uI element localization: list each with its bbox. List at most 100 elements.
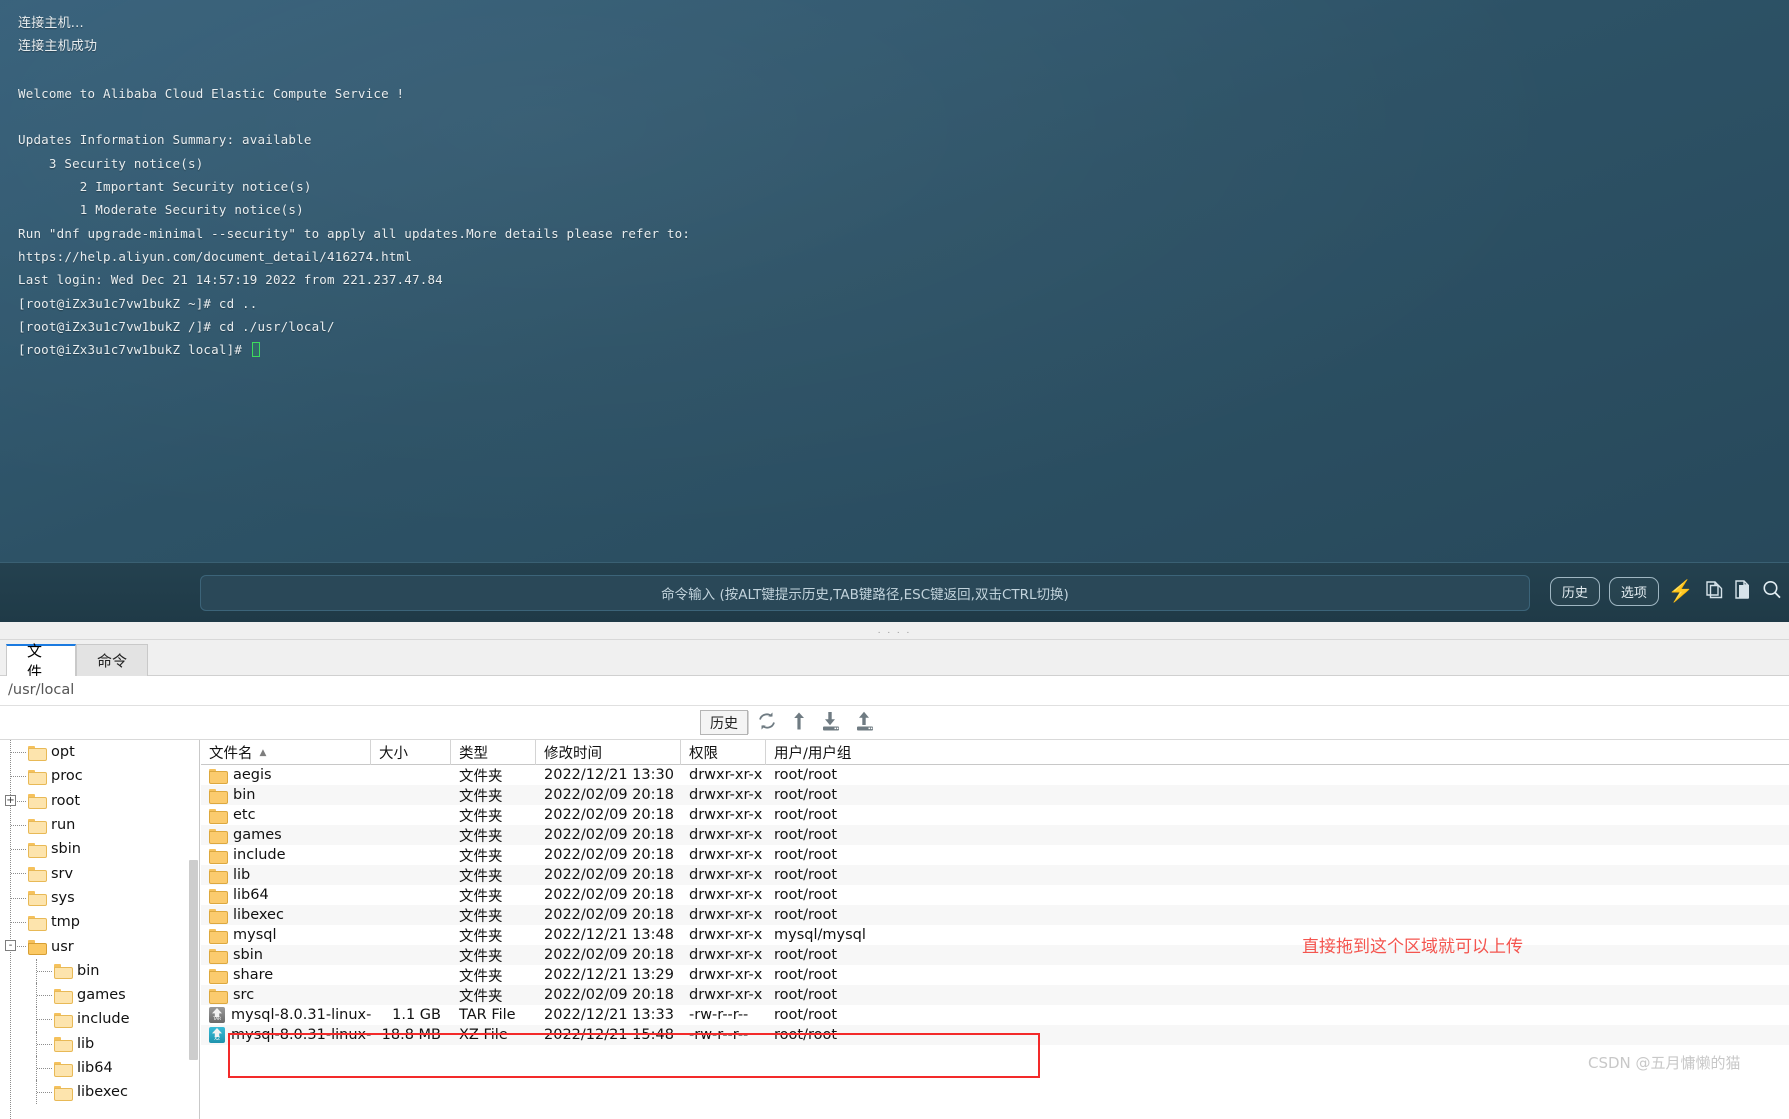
bolt-icon[interactable]: ⚡ <box>1668 581 1694 602</box>
cell-text: 文件夹 <box>459 868 503 885</box>
terminal-options-button[interactable]: 选项 <box>1608 577 1659 606</box>
cell-size <box>371 785 451 805</box>
table-row[interactable]: XZ mysql-8.0.31-linux-g... 18.8 MB XZ File 2… <box>201 1025 1789 1045</box>
copy-icon[interactable] <box>1703 579 1724 604</box>
terminal-line: Run "dnf upgrade-minimal --security" to … <box>18 225 691 241</box>
folder-icon <box>28 867 47 883</box>
table-row[interactable]: lib 文件夹 2022/02/09 20:18 drwxr-xr-x root/roo… <box>201 865 1789 885</box>
table-row[interactable]: libexec 文件夹 2022/02/09 20:18 drwxr-xr-x root… <box>201 905 1789 925</box>
column-header-name[interactable]: 文件名 ▲ <box>201 740 371 765</box>
column-header-owner[interactable]: 用户/用户组 <box>766 740 916 765</box>
table-row[interactable]: aegis 文件夹 2022/12/21 13:30 drwxr-xr-x root/r… <box>201 765 1789 785</box>
table-row[interactable]: mysql 文件夹 2022/12/21 13:48 drwxr-xr-x mysql/… <box>201 925 1789 945</box>
parent-folder-icon[interactable] <box>790 710 808 732</box>
folder-icon <box>209 908 228 924</box>
tree-node-srv[interactable]: srv <box>0 861 199 885</box>
table-row[interactable]: share 文件夹 2022/12/21 13:29 drwxr-xr-x root/r… <box>201 965 1789 985</box>
panel-splitter[interactable]: . . . . <box>0 622 1789 640</box>
search-icon[interactable] <box>1761 579 1783 604</box>
current-path[interactable]: /usr/local <box>8 682 74 698</box>
tab-files[interactable]: 文件 <box>6 642 76 681</box>
folder-icon <box>28 842 47 858</box>
cell-size: 1.1 GB <box>371 1005 451 1025</box>
tree-node-include[interactable]: include <box>0 1007 199 1032</box>
cell-name: include <box>201 845 371 865</box>
tree-node-libexec[interactable]: libexec <box>0 1080 199 1105</box>
table-row[interactable]: bin 文件夹 2022/02/09 20:18 drwxr-xr-x root/roo… <box>201 785 1789 805</box>
cell-name: XZ mysql-8.0.31-linux-g... <box>201 1025 371 1045</box>
cell-text: root/root <box>774 827 838 843</box>
terminal-line: [root@iZx3u1c7vw1bukZ ~]# cd .. <box>18 295 258 311</box>
column-header-label: 大小 <box>379 746 408 762</box>
upload-icon[interactable] <box>854 710 876 732</box>
cell-text: 2022/02/09 20:18 <box>544 807 674 823</box>
folder-icon <box>54 1061 73 1077</box>
cell-type: 文件夹 <box>451 885 536 905</box>
cell-text: 文件夹 <box>459 808 503 825</box>
folder-icon <box>28 769 47 785</box>
tree-node-tmp[interactable]: tmp <box>0 910 199 934</box>
cell-text: drwxr-xr-x <box>689 907 763 923</box>
tree-scrollbar[interactable] <box>189 860 198 1060</box>
cell-owner: root/root <box>766 865 916 885</box>
paste-icon[interactable] <box>1733 579 1752 604</box>
column-header-label: 类型 <box>459 746 488 762</box>
tree-node-usr[interactable]: - usr <box>0 934 199 958</box>
tree-node-lib[interactable]: lib <box>0 1031 199 1056</box>
cell-text: root/root <box>774 807 838 823</box>
tree-node-games[interactable]: games <box>0 982 199 1008</box>
cell-size <box>371 825 451 845</box>
cell-text: root/root <box>774 787 838 803</box>
tab-commands[interactable]: 命令 <box>76 644 148 676</box>
cell-text: drwxr-xr-x <box>689 987 763 1003</box>
cell-text: 文件夹 <box>459 828 503 845</box>
cell-text: include <box>233 847 286 863</box>
cell-text: 2022/02/09 20:18 <box>544 907 674 923</box>
column-header-mtime[interactable]: 修改时间 <box>536 740 681 765</box>
download-icon[interactable] <box>820 710 842 732</box>
terminal-history-button[interactable]: 历史 <box>1549 577 1600 606</box>
cell-text: 2022/02/09 20:18 <box>544 887 674 903</box>
cell-size <box>371 765 451 785</box>
table-row[interactable]: sbin 文件夹 2022/02/09 20:18 drwxr-xr-x root/ro… <box>201 945 1789 965</box>
cell-text: sbin <box>233 947 263 963</box>
file-toolbar-icons <box>756 710 876 732</box>
column-header-label: 修改时间 <box>544 746 602 762</box>
terminal-output-area[interactable]: 连接主机... 连接主机成功 Welcome to Alibaba Cloud E… <box>0 0 1789 622</box>
annotation-text: 直接拖到这个区域就可以上传 <box>1302 937 1523 957</box>
path-row: /usr/local <box>0 676 1789 706</box>
file-history-button[interactable]: 历史 <box>700 710 748 735</box>
tree-guide-dash <box>37 1019 52 1021</box>
tree-node-run[interactable]: run <box>0 813 199 837</box>
table-row[interactable]: etc 文件夹 2022/02/09 20:18 drwxr-xr-x root/roo… <box>201 805 1789 825</box>
tree-node-label: proc <box>51 768 83 785</box>
cell-text: 2022/02/09 20:18 <box>544 867 674 883</box>
tree-node-bin[interactable]: bin <box>0 958 199 983</box>
tree-expand-icon[interactable]: + <box>5 794 16 806</box>
archive-label: XZ <box>214 1037 220 1042</box>
tree-node-sbin[interactable]: sbin <box>0 837 199 861</box>
folder-icon <box>209 768 228 784</box>
tree-collapse-icon[interactable]: - <box>5 940 16 952</box>
directory-tree[interactable]: opt proc + root run sbin srv sys tmp - usr bin games… <box>0 740 200 1119</box>
table-row[interactable]: TAR mysql-8.0.31-linux-g... 1.1 GB TAR File… <box>201 1005 1789 1025</box>
cell-text: 文件夹 <box>459 848 503 865</box>
file-list[interactable]: 文件名 ▲ 大小 类型 修改时间 权限 用户/用户组 aegis 文件夹 2022/12/21 … <box>201 740 1789 1119</box>
table-row[interactable]: lib64 文件夹 2022/02/09 20:18 drwxr-xr-x root/r… <box>201 885 1789 905</box>
tree-node-proc[interactable]: proc <box>0 764 199 788</box>
tree-node-root[interactable]: + root <box>0 789 199 813</box>
command-input[interactable]: 命令输入 (按ALT键提示历史,TAB键路径,ESC键返回,双击CTRL切换) <box>200 575 1530 611</box>
tree-node-opt[interactable]: opt <box>0 740 199 764</box>
column-header-type[interactable]: 类型 <box>451 740 536 765</box>
tree-guide-dash <box>37 970 52 972</box>
table-row[interactable]: include 文件夹 2022/02/09 20:18 drwxr-xr-x root… <box>201 845 1789 865</box>
refresh-icon[interactable] <box>756 710 778 732</box>
column-header-perm[interactable]: 权限 <box>681 740 766 765</box>
cell-perm: drwxr-xr-x <box>681 845 766 865</box>
tree-node-sys[interactable]: sys <box>0 886 199 910</box>
table-row[interactable]: src 文件夹 2022/02/09 20:18 drwxr-xr-x root/roo… <box>201 985 1789 1005</box>
tree-node-lib64[interactable]: lib64 <box>0 1055 199 1081</box>
folder-icon <box>209 928 228 944</box>
table-row[interactable]: games 文件夹 2022/02/09 20:18 drwxr-xr-x root/r… <box>201 825 1789 845</box>
column-header-size[interactable]: 大小 <box>371 740 451 765</box>
